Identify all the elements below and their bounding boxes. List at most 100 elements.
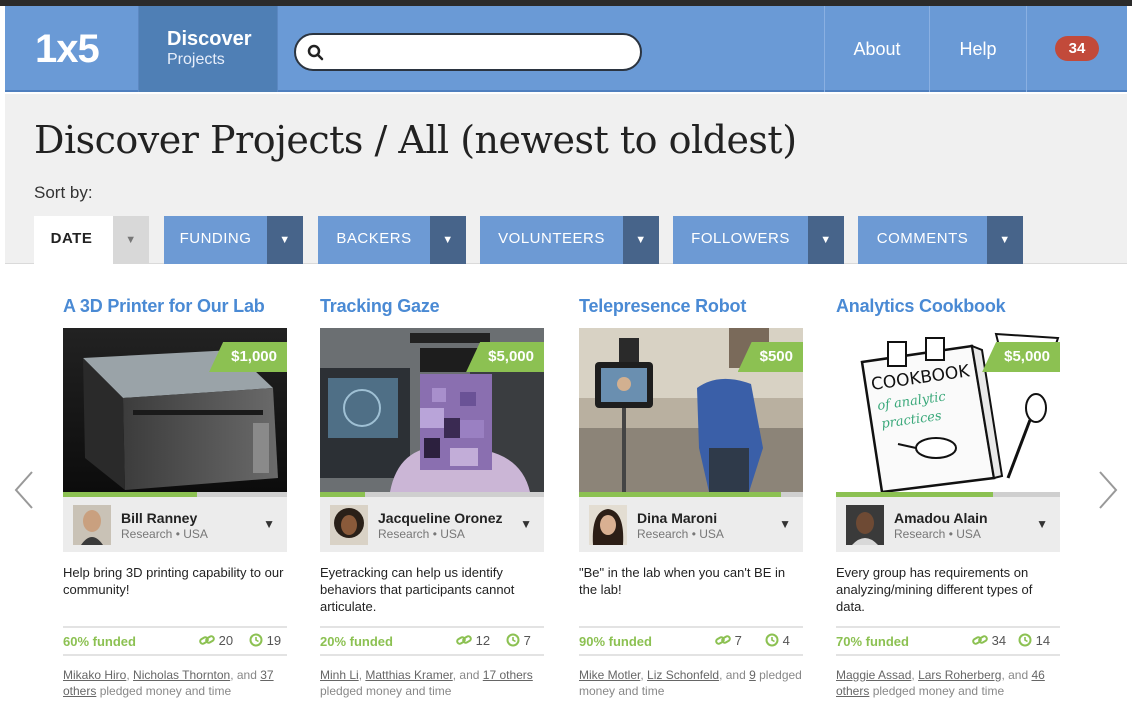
project-title[interactable]: A 3D Printer for Our Lab	[63, 296, 265, 317]
nav-discover-projects[interactable]: Discover Projects	[138, 6, 278, 92]
project-owner[interactable]: Jacqueline Oronez Research • USA ▼	[320, 497, 544, 552]
separator: , and	[452, 668, 483, 682]
project-title[interactable]: Telepresence Robot	[579, 296, 746, 317]
sort-tab-backers[interactable]: BACKERS ▼	[318, 216, 466, 264]
link-stat: 20	[199, 633, 233, 648]
sort-tab-label: BACKERS	[336, 230, 412, 247]
time-count: 14	[1035, 633, 1051, 648]
project-image[interactable]: $5,000	[320, 328, 544, 492]
backer-link[interactable]: Minh Li	[320, 668, 359, 682]
search-icon	[307, 44, 324, 61]
clock-icon	[765, 633, 779, 647]
carousel-next-arrow-icon[interactable]	[1096, 470, 1120, 510]
chevron-down-icon[interactable]: ▼	[1036, 517, 1048, 531]
link-count: 34	[991, 633, 1007, 648]
owner-meta: Research • USA	[637, 527, 724, 541]
carousel-prev-arrow-icon[interactable]	[12, 470, 36, 510]
time-count: 4	[782, 633, 790, 648]
search-box[interactable]	[294, 33, 642, 71]
project-stats: 60% funded 20 19	[63, 626, 287, 656]
project-owner[interactable]: Dina Maroni Research • USA ▼	[579, 497, 803, 552]
project-title[interactable]: Analytics Cookbook	[836, 296, 1006, 317]
sort-tab-label: COMMENTS	[876, 230, 969, 247]
owner-meta: Research • USA	[121, 527, 208, 541]
project-title[interactable]: Tracking Gaze	[320, 296, 440, 317]
pledged-text: pledged money and time	[96, 684, 232, 698]
funded-percent: 60% funded	[63, 634, 136, 649]
backer-link[interactable]: Lars Roherberg	[918, 668, 1001, 682]
funded-percent: 20% funded	[320, 634, 393, 649]
pledged-text: pledged money and time	[320, 684, 452, 698]
project-image[interactable]: $500	[579, 328, 803, 492]
nav-notifications[interactable]: 34	[1026, 6, 1127, 92]
chevron-down-icon[interactable]: ▼	[779, 517, 791, 531]
owner-name[interactable]: Bill Ranney	[121, 510, 197, 526]
backer-link[interactable]: Nicholas Thornton	[133, 668, 230, 682]
backer-link[interactable]: Mike Motler	[579, 668, 640, 682]
backers-text: Mike Motler, Liz Schonfeld, and 9 pledge…	[579, 667, 805, 699]
others-link[interactable]: 9	[749, 668, 756, 682]
chevron-down-icon[interactable]: ▼	[430, 216, 466, 264]
backer-link[interactable]: Mikako Hiro	[63, 668, 126, 682]
backers-text: Mikako Hiro, Nicholas Thornton, and 37 o…	[63, 667, 289, 699]
chevron-down-icon[interactable]: ▼	[987, 216, 1023, 264]
link-stat: 7	[715, 633, 742, 648]
project-description: Eyetracking can help us identify behavio…	[320, 565, 515, 614]
link-count: 12	[475, 633, 491, 648]
owner-meta: Research • USA	[378, 527, 465, 541]
chevron-down-icon[interactable]: ▼	[113, 216, 149, 264]
avatar	[330, 505, 368, 545]
sort-tab-comments[interactable]: COMMENTS ▼	[858, 216, 1023, 264]
nav-help[interactable]: Help	[929, 6, 1026, 92]
backers-text: Minh Li, Matthias Kramer, and 17 others …	[320, 667, 546, 699]
sort-tab-followers[interactable]: FOLLOWERS ▼	[673, 216, 844, 264]
project-owner[interactable]: Amadou Alain Research • USA ▼	[836, 497, 1060, 552]
link-icon	[972, 635, 988, 645]
page-header: Discover Projects / All (newest to oldes…	[5, 94, 1127, 264]
chevron-down-icon[interactable]: ▼	[808, 216, 844, 264]
owner-name[interactable]: Dina Maroni	[637, 510, 717, 526]
logo[interactable]: 1x5	[5, 6, 138, 92]
others-link[interactable]: 17 others	[483, 668, 533, 682]
link-icon	[199, 635, 215, 645]
project-description: "Be" in the lab when you can't BE in the…	[579, 565, 786, 597]
project-stats: 90% funded 7 4	[579, 626, 803, 656]
separator: , and	[230, 668, 261, 682]
separator: , and	[1001, 668, 1032, 682]
owner-name[interactable]: Jacqueline Oronez	[378, 510, 502, 526]
project-image[interactable]: COOKBOOK of analytic practices $5,000	[836, 328, 1060, 492]
avatar	[73, 505, 111, 545]
sort-tab-volunteers[interactable]: VOLUNTEERS ▼	[480, 216, 659, 264]
owner-name[interactable]: Amadou Alain	[894, 510, 988, 526]
nav-discover-title: Discover	[167, 28, 252, 50]
time-count: 7	[523, 633, 531, 648]
sort-tab-funding[interactable]: FUNDING ▼	[164, 216, 303, 264]
chevron-down-icon[interactable]: ▼	[520, 517, 532, 531]
project-description: Every group has requirements on analyzin…	[836, 565, 1033, 614]
time-count: 19	[266, 633, 282, 648]
project-owner[interactable]: Bill Ranney Research • USA ▼	[63, 497, 287, 552]
chevron-down-icon[interactable]: ▼	[623, 216, 659, 264]
pledged-text: pledged money and time	[869, 684, 1005, 698]
page-title: Discover Projects / All (newest to oldes…	[34, 118, 797, 162]
chevron-down-icon[interactable]: ▼	[263, 517, 275, 531]
project-stats: 20% funded 12 7	[320, 626, 544, 656]
search-input[interactable]	[332, 41, 632, 65]
sort-tab-label: VOLUNTEERS	[498, 230, 605, 247]
project-image[interactable]: $1,000	[63, 328, 287, 492]
sort-tab-label: FUNDING	[179, 230, 252, 247]
nav-about[interactable]: About	[824, 6, 929, 92]
link-stat: 34	[972, 633, 1006, 648]
avatar	[589, 505, 627, 545]
time-stat: 14	[1018, 633, 1050, 648]
backer-link[interactable]: Matthias Kramer	[365, 668, 452, 682]
nav-discover-subtitle: Projects	[167, 51, 225, 68]
funded-percent: 70% funded	[836, 634, 909, 649]
backer-link[interactable]: Maggie Assad	[836, 668, 911, 682]
backer-link[interactable]: Liz Schonfeld	[647, 668, 719, 682]
sort-tab-date[interactable]: DATE ▼	[34, 216, 149, 264]
link-count: 7	[734, 633, 742, 648]
project-description: Help bring 3D printing capability to our…	[63, 565, 284, 597]
chevron-down-icon[interactable]: ▼	[267, 216, 303, 264]
top-navigation-bar: 1x5 Discover Projects About Help 34	[5, 6, 1127, 92]
